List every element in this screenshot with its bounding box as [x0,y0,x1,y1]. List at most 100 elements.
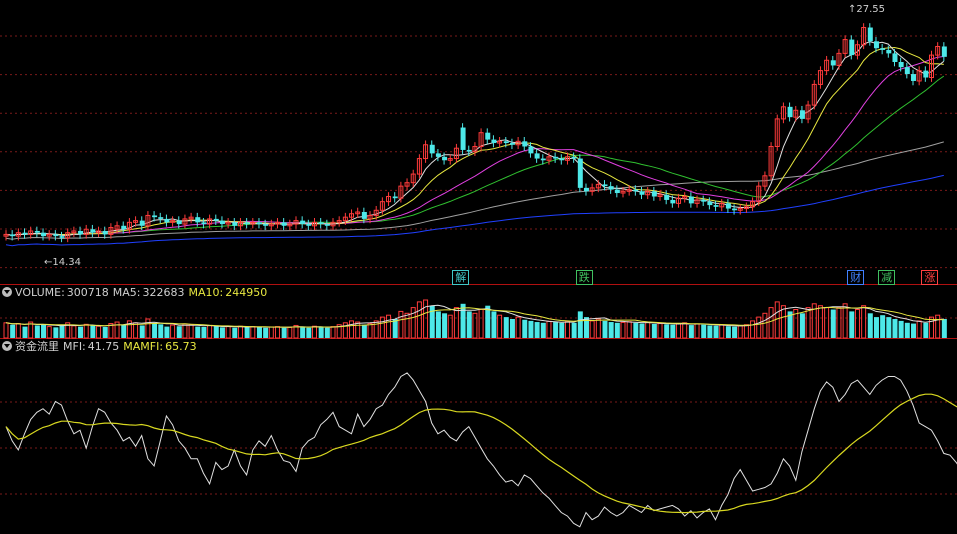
candle-body-down [553,156,559,159]
volume-bar-down [324,327,330,338]
volume-bar-down [392,319,398,338]
volume-bar-down [213,326,219,338]
volume-bar-down [664,324,670,338]
volume-bar-down [608,322,614,338]
volume-bar-up [620,321,626,339]
volume-bar-up [861,305,867,339]
mamfi-line [5,393,957,514]
mamfi-value: 65.73 [165,340,197,353]
candle-body-down [639,191,645,195]
volume-ma10-value: 244950 [225,286,268,299]
candle-body-down [886,49,892,54]
candle-body-down [614,189,620,194]
candle-body-down [559,158,565,161]
volume-bar-down [41,324,47,338]
candle-body-down [880,48,886,50]
volume-bar-up [182,323,188,339]
volume-bar-up [854,309,860,339]
event-badge[interactable]: 涨 [921,270,939,285]
candle-body-down [485,132,491,140]
volume-bar-up [589,320,595,339]
volume-bar-up [145,318,151,339]
candle-body-down [460,127,466,150]
volume-bar-up [694,323,700,339]
volume-ma5-label: MA5: [112,286,141,299]
volume-bar-up [3,322,9,339]
candle-body-down [904,67,910,75]
candle-body-down [213,218,219,221]
candle-body-down [701,199,707,202]
event-badge[interactable]: 减 [878,270,896,285]
volume-bar-up [478,309,484,339]
candle-body-down [22,232,28,235]
volume-bar-down [528,320,534,338]
volume-bar-down [892,319,898,338]
volume-bar-down [904,322,910,338]
volume-bar-down [22,326,28,338]
event-badge[interactable]: 解 [452,270,470,285]
volume-ma5-value: 322683 [142,286,185,299]
event-badge[interactable]: 跌 [575,270,593,285]
volume-bar-up [657,323,663,339]
volume-bar-down [139,325,145,338]
volume-bar-down [53,327,59,338]
volume-bar-up [626,321,632,339]
volume-bar-down [577,311,583,338]
candle-body-down [300,220,306,225]
volume-bar-down [923,322,929,338]
candle-body-down [10,234,16,237]
volume-bar-down [701,324,707,338]
low-price-label: ←14.34 [44,257,81,268]
chart-canvas [0,23,957,528]
volume-bar-up [743,324,749,339]
volume-bar-down [534,322,540,338]
candle-body-down [34,230,40,233]
candle-body-down [102,230,108,235]
candle-body-down [219,220,225,225]
candle-body-down [732,208,738,211]
volume-bar-down [491,311,497,338]
ma-white-line [5,41,945,236]
candle-body-down [176,220,182,225]
candle-body-down [201,222,207,225]
mfi-collapse-icon[interactable] [2,341,12,351]
candle-body-down [435,153,441,157]
volume-bar-up [46,326,52,339]
candle-body-down [509,143,515,145]
volume-bar-up [398,310,404,339]
candle-body-down [910,74,916,81]
volume-bar-down [78,326,84,338]
volume-legend: VOLUME: 300718 MA5: 322683 MA10: 244950 [0,286,271,300]
volume-bar-down [90,325,96,338]
volume-bar-down [10,324,16,338]
volume-bar-down [602,320,608,338]
volume-bar-down [540,322,546,338]
volume-bar-up [515,316,521,339]
volume-bar-up [355,321,361,339]
event-badge[interactable]: 财 [847,270,865,285]
volume-bar-up [842,303,848,339]
volume-bar-down [633,322,639,338]
candle-body-down [522,141,528,147]
volume-bar-down [571,322,577,338]
volume-bar-up [268,326,274,339]
stock-chart[interactable]: VOLUME: 300718 MA5: 322683 MA10: 244950 资金流里 M… [0,0,957,534]
volume-collapse-icon[interactable] [2,287,12,297]
volume-bar-up [719,324,725,339]
volume-bar-down [799,313,805,338]
candle-body-down [608,186,614,190]
volume-bar-up [453,307,459,339]
volume-bar-up [225,326,231,339]
candle-body-down [324,224,330,226]
volume-bar-down [59,324,65,338]
candle-body-down [787,106,793,118]
volume-bar-down [732,326,738,338]
volume-bar-down [725,326,731,338]
volume-bar-down [849,311,855,338]
volume-bar-up [935,314,941,339]
candle-body-down [849,39,855,56]
volume-bar-down [688,325,694,338]
volume-bar-up [676,323,682,339]
volume-bar-down [639,323,645,338]
volume-bar-down [910,323,916,338]
